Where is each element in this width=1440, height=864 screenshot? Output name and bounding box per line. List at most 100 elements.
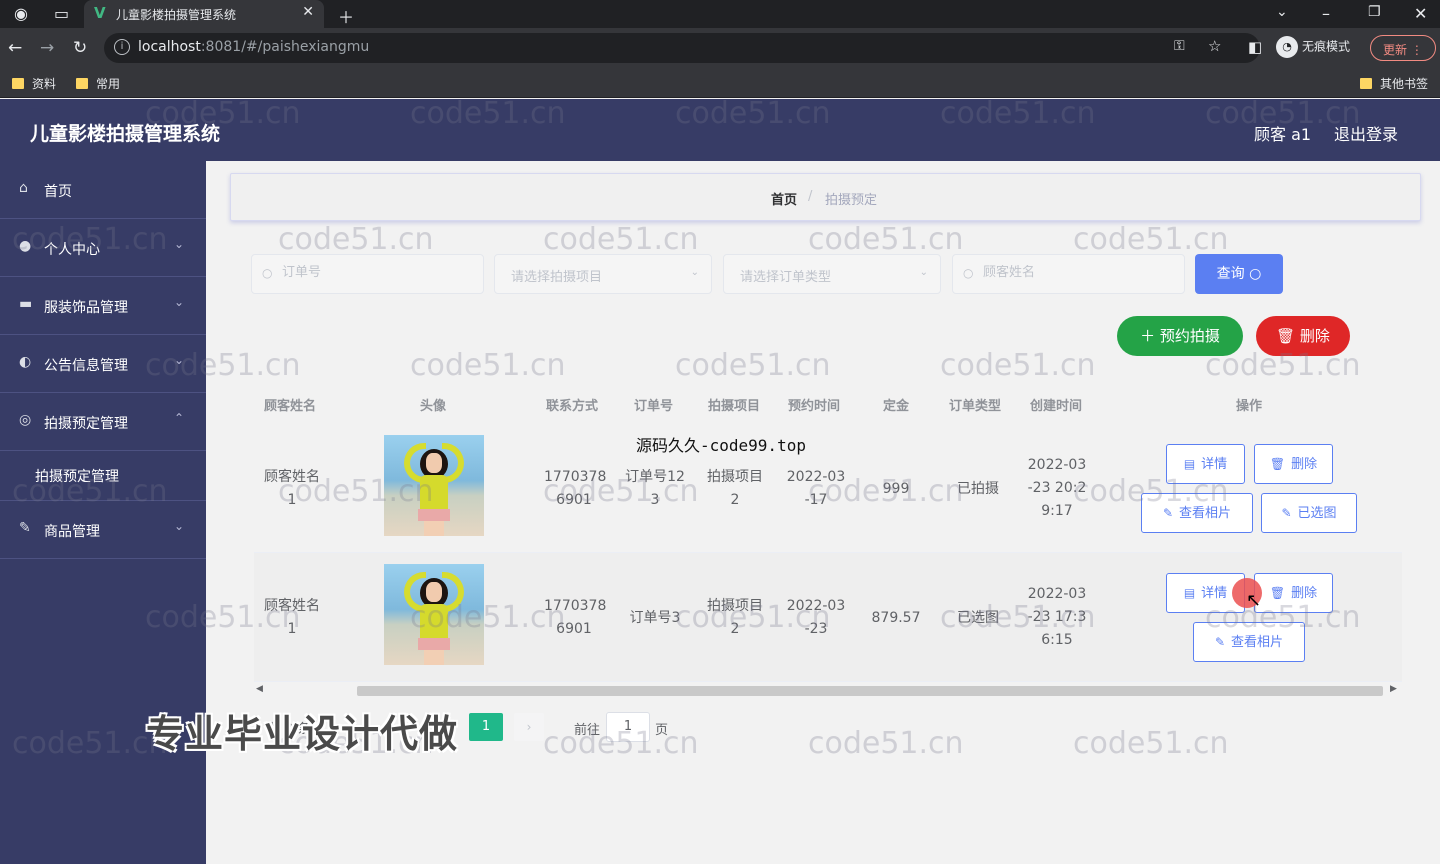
project-select[interactable]: 请选择拍摄项目 ⌄ (494, 254, 712, 294)
table-row: 顾客姓名 1 1770378 6901 订单号12 3 拍摄项目 2 2022-03 -1… (254, 424, 1402, 553)
forward-icon[interactable]: → (40, 38, 54, 58)
bookmark-folder[interactable]: 资料 (12, 75, 56, 92)
avatar-image (384, 435, 484, 536)
scroll-right-icon[interactable]: ▶ (1390, 684, 1397, 694)
bookmark-folder[interactable]: 常用 (76, 75, 120, 92)
column-header: 创建时间 (1030, 399, 1083, 414)
site-info-icon[interactable]: i (114, 39, 130, 55)
reload-icon[interactable]: ↻ (73, 38, 87, 58)
booking-time-cell: 2022-03 -17 (786, 469, 846, 508)
phone-cell: 1770378 6901 (544, 469, 607, 508)
update-button[interactable]: 更新 ⋮ (1370, 35, 1436, 61)
order-number-cell: 订单号3 (629, 610, 681, 626)
scrollbar-thumb[interactable] (357, 686, 1383, 696)
customer-name-input[interactable] (983, 265, 1163, 280)
edit-icon: ✎ (1214, 635, 1226, 649)
selected-photos-button[interactable]: ✎ 已选图 (1261, 493, 1357, 533)
order-type-select[interactable]: 请选择订单类型 ⌄ (723, 254, 941, 294)
tab-search-icon[interactable]: ⌄ (1276, 4, 1288, 20)
batch-delete-button[interactable]: 🗑 删除 (1256, 316, 1350, 356)
trash-icon: 🗑 (1269, 457, 1286, 471)
order-number-field[interactable]: ○ (251, 254, 484, 294)
sidepanel-icon[interactable]: ◧ (1248, 38, 1262, 56)
breadcrumb-separator: / (808, 189, 813, 204)
trash-icon: 🗑 (1276, 327, 1296, 345)
sidebar-subitem-booking[interactable]: 拍摄预定管理 (0, 451, 206, 501)
sidebar-item-home[interactable]: ⌂ 首页 (0, 161, 206, 219)
watermark: code51.cn (1073, 222, 1229, 257)
address-bar[interactable]: i localhost:8081/#/paishexiangmu ⚿ ☆ (104, 33, 1260, 63)
sidebar-item-goods[interactable]: ✎ 商品管理 ⌄ (0, 501, 206, 559)
sidebar-item-costume[interactable]: ▬ 服装饰品管理 ⌄ (0, 277, 206, 335)
sidebar-item-label: 拍摄预定管理 (44, 416, 128, 432)
bulb-icon: ◐ (19, 354, 32, 370)
customer-name-cell: 顾客姓名 1 (264, 469, 320, 508)
logout-link[interactable]: 退出登录 (1334, 121, 1398, 145)
window-close-icon[interactable]: ✕ (1414, 4, 1427, 23)
project-cell: 拍摄项目 2 (707, 598, 763, 637)
incognito-icon: ◔ (1276, 36, 1298, 58)
detail-button[interactable]: ▤ 详情 (1166, 444, 1245, 484)
pagination-goto-input[interactable]: 1 (606, 712, 650, 742)
browser-menu-icon[interactable]: ◉ (14, 4, 28, 23)
minimize-icon[interactable]: – (1322, 4, 1330, 23)
ad-overlay-text: 专业毕业设计代做 (146, 712, 459, 756)
sidebar-item-booking[interactable]: ◎ 拍摄预定管理 ⌃ (0, 393, 206, 451)
incognito-indicator[interactable]: ◔ 无痕模式 (1276, 36, 1350, 58)
new-tab-icon[interactable]: ＋ (338, 4, 354, 28)
edit-icon: ✎ (1162, 506, 1174, 520)
browser-toolbar: ← → ↻ i localhost:8081/#/paishexiangmu ⚿… (0, 28, 1440, 68)
briefcase-icon: ▬ (19, 296, 33, 312)
breadcrumb-home[interactable]: 首页 (771, 189, 797, 208)
chevron-down-icon: ⌄ (174, 295, 185, 309)
scroll-left-icon[interactable]: ◀ (256, 684, 263, 694)
order-number-cell: 订单号12 3 (625, 469, 685, 508)
source-overlay-text: 源码久久-code99.top (636, 436, 806, 455)
key-icon[interactable]: ⚿ (1174, 38, 1185, 54)
current-user: 顾客 a1 (1254, 125, 1312, 144)
sidebar-item-personal-center[interactable]: ● 个人中心 ⌄ (0, 219, 206, 277)
delete-button[interactable]: 🗑 删除 (1254, 573, 1333, 613)
url-text: localhost:8081/#/paishexiangmu (138, 39, 370, 55)
view-photos-button[interactable]: ✎ 查看相片 (1141, 493, 1253, 533)
order-type-cell: 已选图 (957, 610, 999, 626)
bookmarks-bar: 资料 常用 其他书签 (0, 68, 1440, 98)
sidebar-item-label: 首页 (44, 184, 72, 200)
browser-tab[interactable]: V 儿童影楼拍摄管理系统 ✕ (84, 0, 324, 28)
bookmark-star-icon[interactable]: ☆ (1208, 37, 1221, 55)
chevron-down-icon: ⌄ (174, 519, 185, 533)
view-photos-button[interactable]: ✎ 查看相片 (1193, 622, 1305, 662)
home-icon: ⌂ (19, 180, 28, 196)
pagination-next-icon[interactable]: › (514, 713, 544, 741)
column-header: 定金 (883, 399, 910, 414)
delete-button[interactable]: 🗑 删除 (1254, 444, 1333, 484)
search-icon: ○ (262, 266, 273, 280)
add-booking-button[interactable]: ＋ 预约拍摄 (1117, 316, 1243, 356)
restore-icon[interactable]: ❐ (1368, 4, 1381, 20)
other-bookmarks[interactable]: 其他书签 (1360, 75, 1428, 92)
column-header: 预约时间 (788, 399, 841, 414)
order-type-placeholder: 请选择订单类型 (740, 270, 832, 285)
chevron-down-icon: ⌄ (174, 353, 185, 367)
table-row: 顾客姓名 1 1770378 6901 订单号3 拍摄项目 2 2022-03 -23 … (254, 553, 1402, 682)
tab-close-icon[interactable]: ✕ (302, 4, 314, 20)
table-horizontal-scrollbar[interactable]: ◀ ▶ (254, 684, 1402, 698)
query-button[interactable]: 查询 ○ (1195, 254, 1283, 294)
tab-overview-icon[interactable]: ▭ (54, 4, 69, 23)
sidebar-subitem-label: 拍摄预定管理 (35, 469, 119, 485)
booking-time-cell: 2022-03 -23 (786, 598, 846, 637)
pagination-page-suffix: 页 (655, 723, 669, 738)
sidebar-item-notice[interactable]: ◐ 公告信息管理 ⌄ (0, 335, 206, 393)
back-icon[interactable]: ← (8, 38, 22, 58)
order-type-cell: 已拍摄 (957, 481, 999, 497)
mouse-cursor-icon: ↖ (1246, 590, 1262, 611)
folder-icon (12, 78, 24, 89)
chevron-down-icon: ⌄ (690, 267, 699, 278)
app-title: 儿童影楼拍摄管理系统 (30, 123, 221, 145)
sidebar-item-label: 服装饰品管理 (44, 300, 128, 316)
booking-table: 顾客姓名 头像 联系方式 订单号 拍摄项目 预约时间 定金 订单类型 创建时间 … (254, 380, 1402, 682)
customer-name-field[interactable]: ○ (952, 254, 1185, 294)
pagination-current-page[interactable]: 1 (469, 713, 503, 741)
order-number-input[interactable] (282, 265, 462, 280)
breadcrumb-current: 拍摄预定 (825, 193, 878, 208)
